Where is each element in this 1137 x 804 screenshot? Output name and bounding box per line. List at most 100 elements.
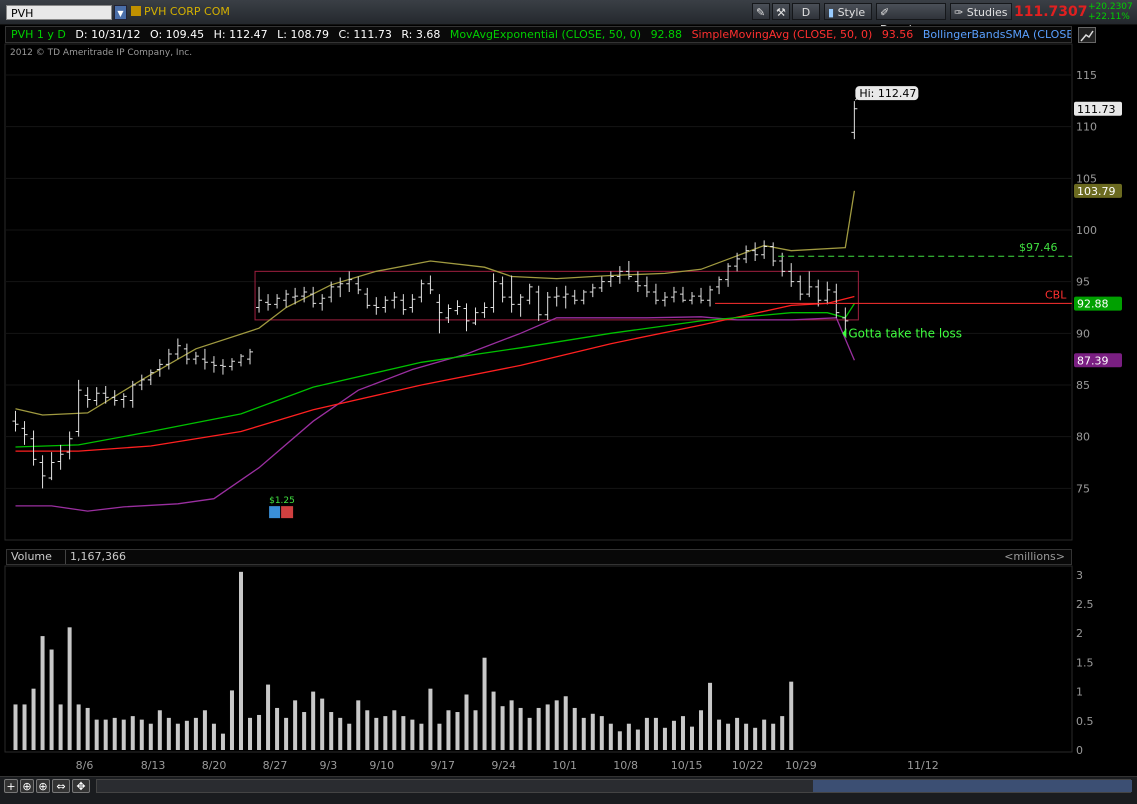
volume-tick-label: 0 [1076, 744, 1083, 757]
price-bar [670, 286, 677, 303]
volume-bar [491, 691, 496, 750]
date-tick-label: 9/17 [430, 759, 455, 772]
time-scrollbar[interactable] [96, 779, 1132, 793]
price-tick-label: 115 [1076, 69, 1097, 82]
price-bar [364, 287, 371, 309]
price-bar [679, 286, 686, 303]
price-bar [517, 294, 524, 317]
price-tick-label: 95 [1076, 276, 1090, 289]
price-bar [274, 294, 281, 309]
volume-bar [31, 688, 36, 750]
price-bar [391, 292, 398, 309]
date-tick-label: 8/6 [76, 759, 94, 772]
volume-bar [653, 717, 658, 750]
price-bar [661, 292, 668, 307]
volume-panel-header: Volume 1,167,366 <millions> [6, 549, 1072, 565]
price-bar [337, 277, 344, 298]
price-tick-label: 105 [1076, 172, 1097, 185]
volume-bar [220, 733, 225, 750]
price-tick-label: 85 [1076, 379, 1090, 392]
dividend-icon [269, 506, 281, 519]
zoom-box-icon[interactable]: ⊕ [20, 779, 34, 793]
date-tick-label: 11/12 [907, 759, 939, 772]
volume-tick-label: 2 [1076, 627, 1083, 640]
price-bar [238, 354, 244, 367]
price-tick-label: 75 [1076, 482, 1090, 495]
price-tag-label: 103.79 [1077, 185, 1116, 198]
volume-bar [509, 700, 514, 750]
price-bar [824, 281, 831, 305]
volume-bar [581, 717, 586, 750]
zoom-in-icon[interactable]: ⊕ [36, 779, 50, 793]
volume-bar [500, 706, 505, 750]
volume-units: <millions> [1004, 550, 1065, 563]
price-bar [265, 294, 272, 311]
price-bar [382, 296, 389, 313]
volume-bar [49, 649, 54, 750]
hi-label: Hi: 112.47 [859, 87, 916, 100]
volume-bar [338, 717, 343, 750]
volume-bar [275, 707, 280, 750]
volume-bar [437, 723, 442, 750]
price-tick-label: 110 [1076, 121, 1097, 134]
volume-bar [67, 627, 72, 750]
volume-bar [419, 723, 424, 750]
price-bar [743, 245, 750, 264]
date-tick-label: 8/13 [141, 759, 166, 772]
zoom-out-icon[interactable]: + [4, 779, 18, 793]
price-bar [589, 283, 596, 298]
volume-bar [771, 723, 776, 750]
price-bar [707, 285, 714, 307]
price-bar [806, 271, 813, 298]
volume-bar [753, 727, 758, 750]
volume-bar [518, 707, 523, 750]
price-bar [607, 271, 614, 287]
price-chart[interactable]: $97.46 CBL Hi: 112.47 Gotta take the loss $… [0, 0, 1137, 776]
volume-bar [175, 723, 180, 750]
volume-bar [464, 694, 469, 750]
volume-bar [590, 713, 595, 750]
volume-bar [311, 691, 316, 750]
price-bar [39, 455, 46, 489]
date-tick-label: 9/3 [320, 759, 338, 772]
price-bar [725, 263, 732, 287]
volume-bar [608, 723, 613, 750]
price-bar [210, 356, 217, 373]
volume-bar [699, 710, 704, 750]
fit-chart-icon[interactable]: ⇔ [52, 779, 70, 793]
volume-bar [130, 716, 135, 750]
volume-bar [148, 723, 153, 750]
volume-bar [85, 707, 90, 750]
price-bar [93, 387, 100, 406]
volume-bar [536, 707, 541, 750]
price-bar [553, 286, 560, 307]
price-bar [535, 285, 542, 321]
price-bar [436, 294, 443, 334]
volume-bar [94, 719, 99, 750]
price-bar [454, 300, 461, 315]
price-bar [797, 275, 804, 301]
price-bar [770, 242, 777, 267]
price-bar [526, 283, 533, 305]
price-bar [580, 289, 587, 305]
volume-bar [401, 716, 406, 750]
volume-bar [392, 710, 397, 750]
price-bar [256, 286, 263, 313]
volume-bar [617, 731, 622, 750]
price-bar [12, 410, 19, 432]
scrollbar-thumb[interactable] [813, 780, 1132, 792]
price-tick-label: 90 [1076, 327, 1090, 340]
price-bar [192, 351, 199, 365]
volume-bar [662, 727, 667, 750]
volume-bar [690, 726, 694, 750]
volume-bar [139, 719, 144, 750]
price-bar [247, 348, 254, 365]
price-bar [625, 261, 632, 280]
volume-value: 1,167,366 [65, 550, 126, 564]
price-bar [752, 242, 759, 261]
price-tick-label: 80 [1076, 431, 1090, 444]
price-bar [499, 276, 506, 303]
drag-icon[interactable]: ✥ [72, 779, 90, 793]
volume-bar [40, 636, 45, 750]
level-label: $97.46 [1019, 241, 1058, 254]
